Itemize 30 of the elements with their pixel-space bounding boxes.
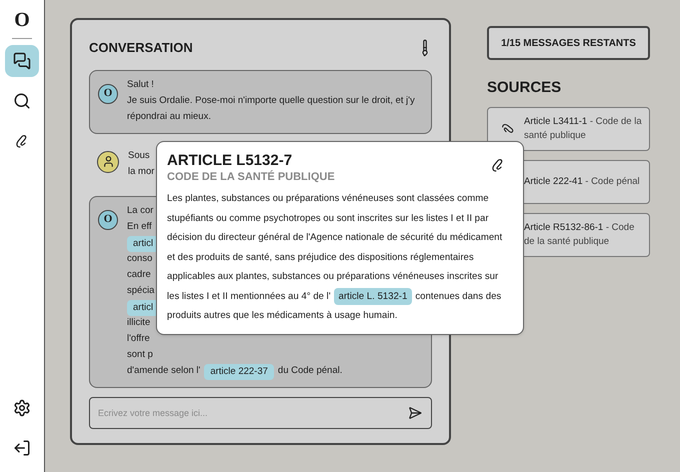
source-text: Article R5132-86-1 - Code de la santé publique [524,220,636,248]
bot-avatar: O [98,84,118,104]
message-text: sont p [127,348,153,362]
source-text: Article 222-41 - Code pénal [524,174,640,188]
message-text: la mor [128,165,154,180]
message-text: La cor [127,204,154,218]
message-text: conso [127,252,152,266]
article-link[interactable]: article 222-37 [204,364,274,380]
quota-badge: 1/15 MESSAGES RESTANTS [487,26,650,60]
source-text: Article L3411-1 - Code de la santé publique [524,114,643,142]
article-link[interactable]: article L. 5132-1 [334,288,412,304]
bot-avatar: O [98,210,118,230]
message-text: d'amende selon l' [127,364,200,378]
message-text: En eff [127,220,152,234]
message-text: Salut ! [127,78,154,92]
message-text: spécia [127,284,154,298]
message-text: illicite [127,316,150,330]
message-text: Je suis Ordalie. Pose-moi n'importe quelle question sur le droit, et j'y [127,94,415,108]
message-text: Sous [128,149,150,164]
popup-title: ARTICLE L5132-7 [167,152,294,170]
popup-subtitle: CODE DE LA SANTÉ PUBLIQUE [167,170,335,185]
message-input[interactable]: Ecrivez votre message ici... [89,397,432,429]
message-text: l'offre [127,332,150,346]
message-text: du Code pénal. [278,364,342,378]
panel-title: CONVERSATION [89,39,193,57]
message-text: répondrai au mieux. [127,110,211,124]
sources-title: SOURCES [487,78,562,98]
message-text: cadre [127,268,151,282]
logo: O [14,8,30,32]
source-card[interactable]: Article L3411-1 - Code de la santé publique [487,106,650,150]
